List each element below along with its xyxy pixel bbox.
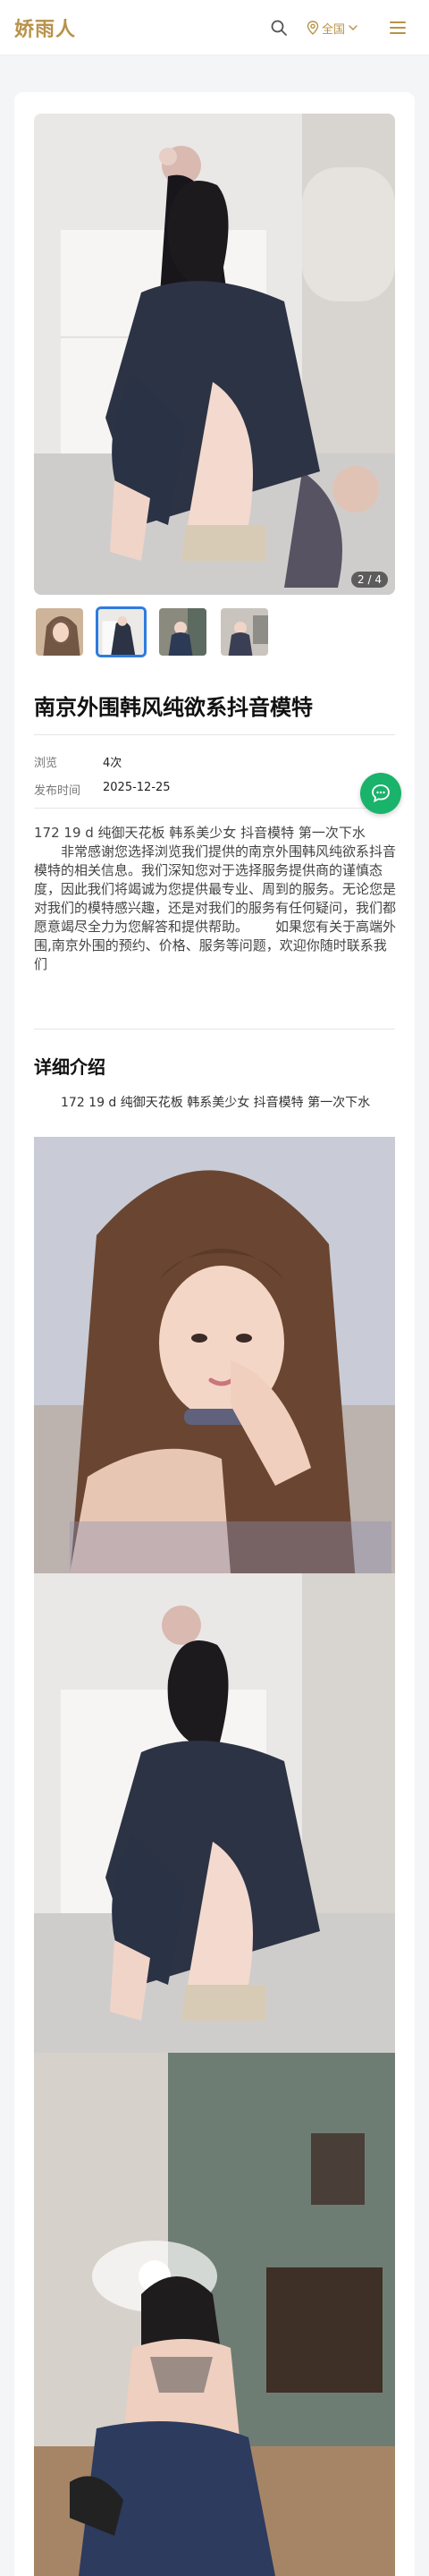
thumbnail-3[interactable] [157, 606, 208, 657]
detail-photo-3 [34, 2053, 395, 2576]
views-value: 4次 [103, 757, 122, 770]
photo-model-crouching [34, 114, 395, 595]
post-card: 2 / 4 南京外围韩风纯欲系抖音模特 浏览 4次 发布时间 2025-12-2… [14, 92, 415, 2576]
published-value: 2025-12-25 [103, 781, 171, 794]
summary-line: 172 19 d 纯御天花板 韩系美少女 抖音模特 第一次下水 [34, 825, 366, 841]
search-icon [271, 20, 287, 36]
chat-button[interactable] [360, 773, 401, 814]
region-label: 全国 [322, 22, 346, 37]
meta-views: 浏览 4次 [34, 753, 122, 770]
meta-divider [34, 808, 395, 809]
menu-icon [390, 21, 406, 34]
location-pin-icon [307, 21, 319, 35]
site-header: 娇雨人 全国 [0, 0, 429, 55]
views-label: 浏览 [34, 757, 58, 770]
meta-published: 发布时间 2025-12-25 [34, 781, 171, 798]
site-logo[interactable]: 娇雨人 [14, 13, 76, 42]
details-text: 172 19 d 纯御天花板 韩系美少女 抖音模特 第一次下水 [61, 1096, 371, 1110]
detail-photo-1 [34, 1137, 395, 1573]
thumbnail-strip [34, 606, 270, 657]
chevron-down-icon [349, 25, 358, 30]
thumbnail-1[interactable] [34, 606, 85, 657]
details-heading: 详细介绍 [34, 1056, 105, 1078]
thumbnail-4[interactable] [219, 606, 270, 657]
title-divider [34, 734, 395, 735]
published-label: 发布时间 [34, 784, 81, 798]
gallery-counter: 2 / 4 [351, 572, 388, 588]
thumbnail-2[interactable] [96, 606, 147, 657]
post-title: 南京外围韩风纯欲系抖音模特 [34, 695, 313, 720]
search-button[interactable] [268, 17, 290, 38]
section-divider [34, 1029, 395, 1030]
chat-bubble-icon [372, 784, 390, 803]
gallery-main-image[interactable]: 2 / 4 [34, 114, 395, 595]
region-selector[interactable]: 全国 [307, 18, 358, 38]
post-summary: 172 19 d 纯御天花板 韩系美少女 抖音模特 第一次下水 非常感谢您选择浏… [34, 824, 397, 974]
menu-button[interactable] [388, 19, 408, 37]
detail-photo-2 [34, 1573, 395, 2053]
